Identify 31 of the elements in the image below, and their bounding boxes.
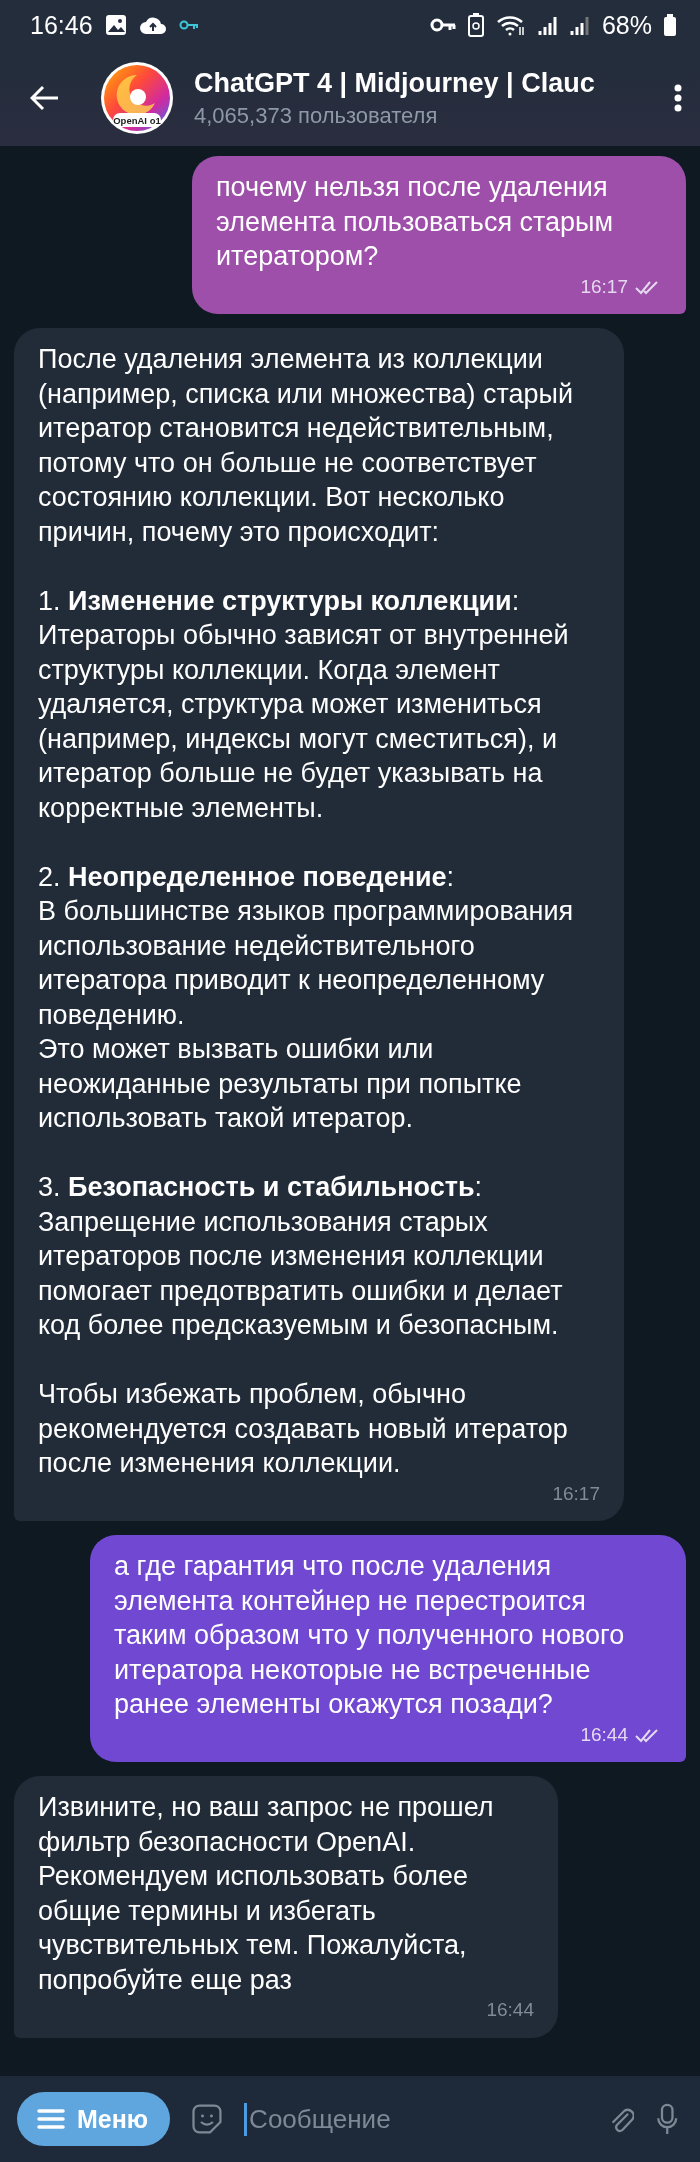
message-input[interactable]: Сообщение (244, 2102, 587, 2136)
message-text: 2. Неопределенное поведение: В большинстве языков программирования использование недействительного итератора приводит к неопределенному поведению. Это может вызвать ошибки или неожиданные результаты при попытке использовать такой итератор. (38, 860, 575, 1135)
message-time: 16:44 (486, 1998, 534, 2022)
image-icon (104, 14, 127, 36)
signal-icon (537, 14, 558, 36)
message-time: 16:17 (552, 1481, 600, 1506)
message-text: После удаления элемента из коллекции (например, списка или множества) старый итератор становится недействительным, потому что он больше не соответствует состоянию коллекции. Вот несколько причин, почему это происходит: (38, 343, 575, 549)
message-text: Чтобы избежать проблем, обычно рекомендуется создавать новый итератор после изменения коллекции. (38, 1378, 569, 1480)
member-count: 4,065,373 пользователя (194, 102, 439, 129)
message-time: 16:44 (580, 1722, 628, 1747)
message-text: почему нельзя после удаления элемента пользоваться старым итератором? (216, 171, 615, 273)
message-text: а где гарантия что после удаления элемента контейнер не перестроится таким образом что у полученного нового итератора некоторые не встреченные ранее элементы окажутся позади? (114, 1550, 626, 1721)
more-options-icon[interactable] (674, 84, 682, 112)
battery-icon (664, 14, 676, 36)
message-text: 3. Безопасность и стабильность: Запрещение использования старых итераторов после изменения коллекции помогает предотвратить ошибки и делает код более предсказуемым и безопасным. (38, 1171, 564, 1342)
menu-icon (37, 2108, 65, 2130)
wifi-icon (495, 14, 526, 36)
key-icon (178, 19, 199, 31)
message-text: Извините, но ваш запрос не прошел фильтр безопасности OpenAI. Рекомендуем использовать более общие термины и избегать чувствительных тем. Пожалуйста, попробуйте еще раз (38, 1791, 495, 1997)
cloud-upload-icon (138, 15, 167, 35)
battery-saver-icon (467, 13, 484, 37)
signal-icon (569, 14, 590, 36)
status-time: 16:46 (30, 10, 93, 40)
channel-avatar[interactable]: OpenAI o1 (100, 61, 174, 135)
key-icon (429, 17, 456, 33)
message-text: 1. Изменение структуры коллекции: Итераторы обычно зависят от внутренней структуры коллекции. Когда элемент удаляется, структура может измениться (например, индексы могут сместиться), и итератор больше не будет указывать на корректные элементы. (38, 584, 570, 825)
message-time: 16:17 (580, 274, 628, 299)
chat-title: ChatGPT 4 | Midjourney | Clauc (194, 67, 596, 99)
battery-percentage: 68% (601, 10, 652, 40)
avatar-label: OpenAI o1 (113, 114, 161, 126)
back-arrow-icon[interactable] (30, 85, 60, 111)
